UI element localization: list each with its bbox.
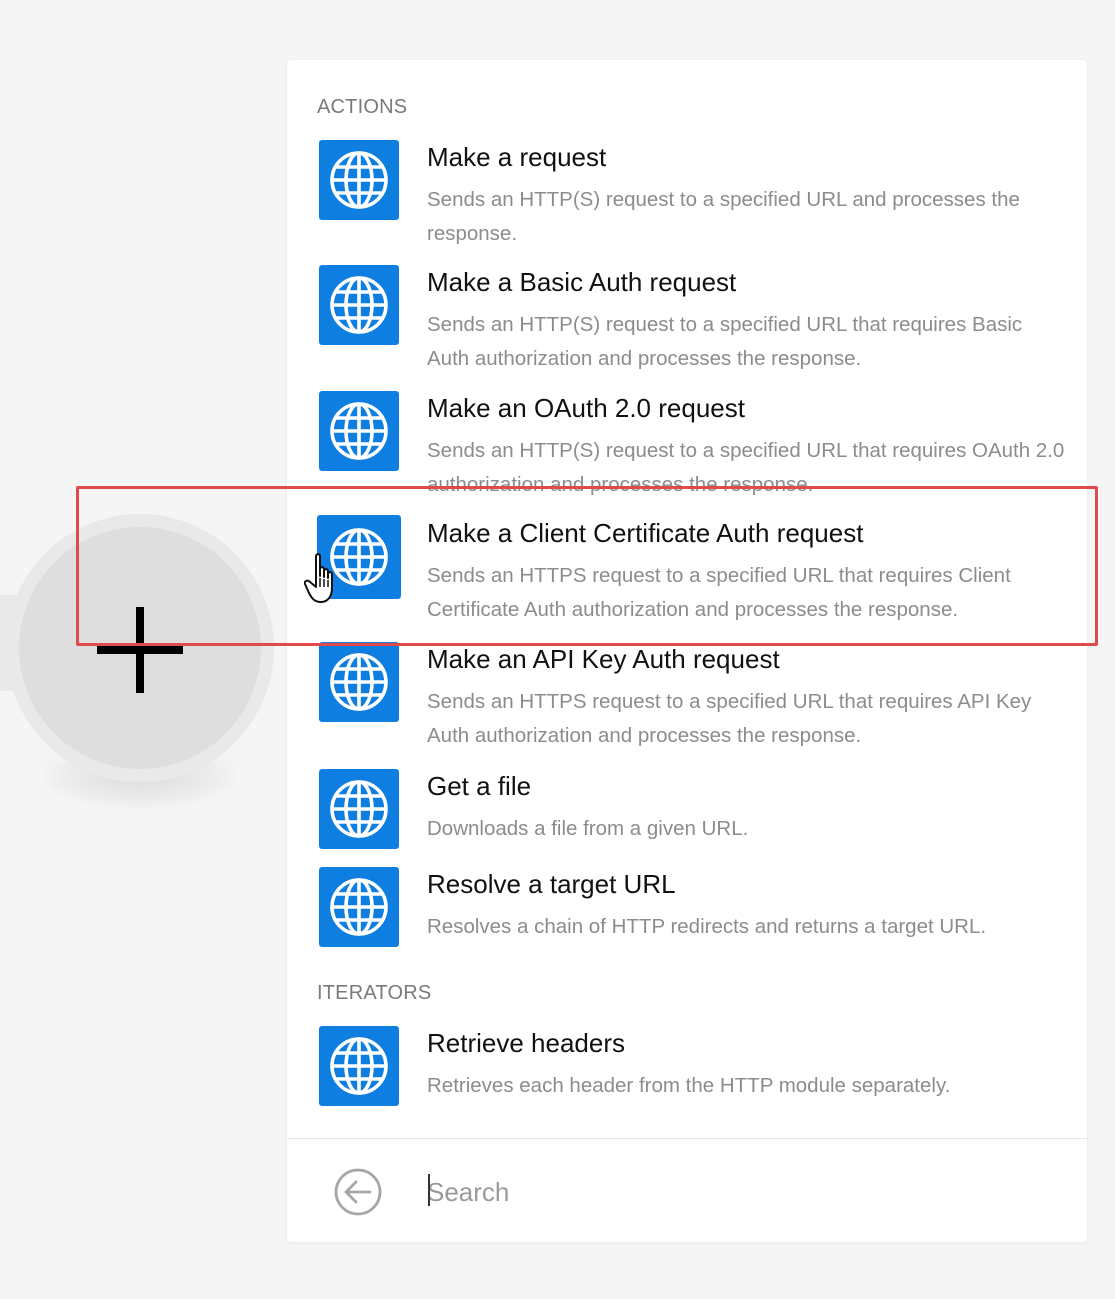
section-header-iterators: ITERATORS: [317, 982, 432, 1004]
panel-footer: [287, 1138, 1087, 1243]
module-item-description: Sends an HTTP(S) request to a specified …: [427, 313, 1023, 370]
section-header-actions: ACTIONS: [317, 96, 408, 118]
globe-icon: [319, 391, 399, 471]
search-input[interactable]: [427, 1171, 1027, 1213]
globe-icon: [317, 515, 401, 599]
globe-icon: [319, 769, 399, 849]
module-item-title: Get a file: [427, 771, 532, 801]
module-item-title: Make a Client Certificate Auth request: [427, 518, 864, 548]
module-item-description: Downloads a file from a given URL.: [427, 817, 749, 840]
module-item-description: Sends an HTTP(S) request to a specified …: [427, 188, 1020, 245]
globe-icon: [319, 140, 399, 220]
text-caret: [428, 1174, 430, 1206]
globe-icon: [319, 1026, 399, 1106]
module-picker-panel: ACTIONS Make a request Sends an HTTP(S) …: [287, 60, 1087, 1242]
globe-icon: [319, 867, 399, 947]
module-item-title: Make a request: [427, 142, 607, 172]
module-item-description: Resolves a chain of HTTP redirects and r…: [427, 915, 987, 938]
globe-icon: [319, 265, 399, 345]
module-item-description: Sends an HTTPS request to a specified UR…: [427, 564, 1011, 621]
module-item-description: Sends an HTTP(S) request to a specified …: [427, 439, 1065, 496]
module-item-title: Make an API Key Auth request: [427, 644, 780, 674]
module-item-description: Retrieves each header from the HTTP modu…: [427, 1074, 951, 1097]
module-item-title: Make an OAuth 2.0 request: [427, 393, 745, 423]
module-item-title: Resolve a target URL: [427, 869, 676, 899]
back-button[interactable]: [333, 1167, 383, 1217]
module-item-title: Retrieve headers: [427, 1028, 625, 1058]
module-item-description: Sends an HTTPS request to a specified UR…: [427, 690, 1032, 747]
arrow-left-circle-icon: [334, 1168, 382, 1216]
globe-icon: [319, 642, 399, 722]
module-item-title: Make a Basic Auth request: [427, 267, 737, 297]
